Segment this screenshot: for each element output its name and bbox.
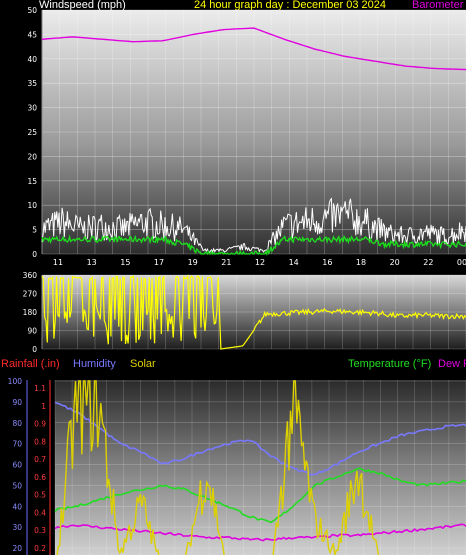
rainfall-y-tick-label: 0.7 [34, 455, 46, 464]
wind-y-tick-label: 10 [27, 201, 37, 210]
rainfall-y-tick-label: 0.2 [34, 544, 46, 553]
humidity-y-tick-label: 30 [12, 523, 22, 532]
wind-x-tick-label: 15 [120, 258, 130, 267]
wind-y-tick-label: 35 [27, 79, 37, 88]
rainfall-y-tick-label: 0.9 [34, 420, 46, 429]
wind-y-tick-label: 0 [32, 250, 37, 259]
rainfall-y-tick-label: 0.4 [34, 508, 46, 517]
wind-y-tick-label: 50 [27, 6, 37, 15]
wind-y-tick-label: 25 [27, 128, 37, 137]
wind-x-tick-label: 18 [356, 258, 366, 267]
direction-y-tick-label: 360 [23, 271, 38, 280]
wind-y-tick-label: 15 [27, 177, 37, 186]
weather-graphs: 0510152025303540455011 13 15 17 19 21 12 14 16 18… [8, 6, 466, 555]
wind-y-tick-label: 5 [32, 226, 37, 235]
wind-x-tick-label: 21 [221, 258, 231, 267]
wind-x-tick-label: 22 [423, 258, 433, 267]
humidity-y-tick-label: 80 [12, 419, 22, 428]
humidity-y-tick-label: 20 [12, 544, 22, 553]
rainfall-y-tick-label: 1 [41, 402, 46, 411]
direction-y-tick-label: 90 [27, 327, 37, 336]
wind-y-tick-label: 45 [27, 30, 37, 39]
rainfall-y-tick-label: 0.8 [34, 437, 46, 446]
humidity-y-tick-label: 50 [12, 481, 22, 490]
direction-y-tick-label: 0 [32, 345, 37, 354]
direction-y-tick-label: 270 [23, 290, 38, 299]
humidity-y-tick-label: 70 [12, 440, 22, 449]
wind-x-tick-label: 00 [457, 258, 466, 267]
humidity-y-tick-label: 90 [12, 398, 22, 407]
wind-x-tick-label: 13 [87, 258, 97, 267]
wind-x-tick-label: 16 [322, 258, 332, 267]
wind-x-tick-label: 20 [390, 258, 400, 267]
humidity-y-tick-label: 60 [12, 461, 22, 470]
direction-y-tick-label: 180 [23, 308, 38, 317]
wind-y-tick-label: 40 [27, 55, 37, 64]
humidity-y-tick-label: 40 [12, 502, 22, 511]
wind-x-tick-label: 12 [255, 258, 265, 267]
wind-x-tick-label: 14 [289, 258, 299, 267]
wind-x-tick-label: 11 [53, 258, 63, 267]
wind-x-tick-label: 19 [188, 258, 198, 267]
wind-x-tick-label: 17 [154, 258, 164, 267]
rainfall-y-tick-label: 0.5 [34, 491, 46, 500]
wind-y-tick-label: 20 [27, 152, 37, 161]
rainfall-y-tick-label: 0.3 [34, 526, 46, 535]
humidity-y-tick-label: 100 [8, 377, 23, 386]
rainfall-y-tick-label: 0.6 [34, 473, 46, 482]
wind-y-tick-label: 30 [27, 104, 37, 113]
rainfall-y-tick-label: 1.1 [34, 384, 46, 393]
